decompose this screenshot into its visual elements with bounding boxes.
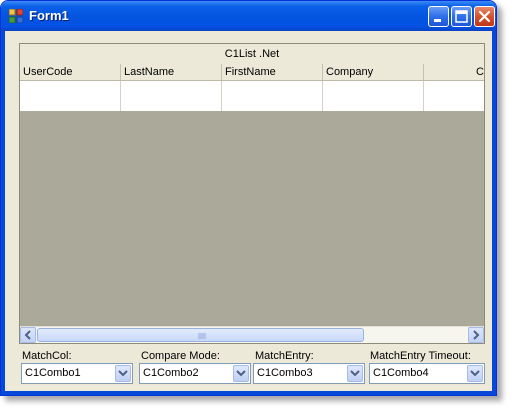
close-button[interactable] <box>474 6 495 27</box>
chevron-down-icon <box>118 370 128 377</box>
horizontal-scrollbar[interactable] <box>20 326 484 343</box>
window-frame-bottom <box>1 391 496 395</box>
dropdown-button[interactable] <box>233 365 249 382</box>
chevron-down-icon <box>470 370 480 377</box>
chevron-right-icon <box>473 330 480 340</box>
table-cell[interactable] <box>323 81 424 111</box>
chevron-down-icon <box>236 370 246 377</box>
column-header-lastname[interactable]: LastName <box>121 64 222 80</box>
scroll-right-button[interactable] <box>468 327 484 343</box>
compare-mode-label: Compare Mode: <box>141 350 220 362</box>
matchentry-timeout-label: MatchEntry Timeout: <box>370 350 471 362</box>
window-title: Form1 <box>29 8 69 23</box>
matchentry-combo[interactable]: C1Combo3 <box>253 363 365 384</box>
form-window-icon[interactable] <box>8 8 24 24</box>
compare-mode-combo[interactable]: C1Combo2 <box>139 363 251 384</box>
matchentry-label: MatchEntry: <box>255 350 314 362</box>
column-header-firstname[interactable]: FirstName <box>222 64 323 80</box>
minimize-icon <box>434 19 441 22</box>
close-icon <box>478 10 491 23</box>
table-row[interactable] <box>20 81 484 111</box>
combo-value: C1Combo1 <box>25 367 81 379</box>
matchcol-combo[interactable]: C1Combo1 <box>21 363 133 384</box>
form-window: Form1 C1List .Net UserCode LastName Firs… <box>0 0 497 396</box>
column-header-company[interactable]: Company <box>323 64 424 80</box>
matchentry-timeout-combo[interactable]: C1Combo4 <box>369 363 485 384</box>
matchcol-label: MatchCol: <box>22 350 72 362</box>
maximize-icon <box>455 10 468 23</box>
table-cell[interactable] <box>424 81 484 111</box>
column-header-usercode[interactable]: UserCode <box>20 64 121 80</box>
list-caption: C1List .Net <box>20 44 484 65</box>
combo-value: C1Combo4 <box>373 367 429 379</box>
c1-list[interactable]: C1List .Net UserCode LastName FirstName … <box>19 43 485 344</box>
minimize-button[interactable] <box>428 6 449 27</box>
column-header-partial[interactable]: C <box>424 64 484 80</box>
table-cell[interactable] <box>121 81 222 111</box>
table-cell[interactable] <box>222 81 323 111</box>
window-frame-left <box>1 31 5 395</box>
dropdown-button[interactable] <box>115 365 131 382</box>
maximize-button[interactable] <box>451 6 472 27</box>
title-bar[interactable]: Form1 <box>1 1 496 31</box>
column-header-row: UserCode LastName FirstName Company C <box>20 64 484 81</box>
chevron-down-icon <box>350 370 360 377</box>
dropdown-button[interactable] <box>467 365 483 382</box>
scroll-left-button[interactable] <box>20 327 36 343</box>
dropdown-button[interactable] <box>347 365 363 382</box>
combo-value: C1Combo2 <box>143 367 199 379</box>
grip-icon <box>198 333 206 339</box>
chevron-left-icon <box>24 330 31 340</box>
table-cell[interactable] <box>20 81 121 111</box>
scrollbar-thumb[interactable] <box>37 328 364 342</box>
window-frame-right <box>492 31 496 395</box>
combo-value: C1Combo3 <box>257 367 313 379</box>
